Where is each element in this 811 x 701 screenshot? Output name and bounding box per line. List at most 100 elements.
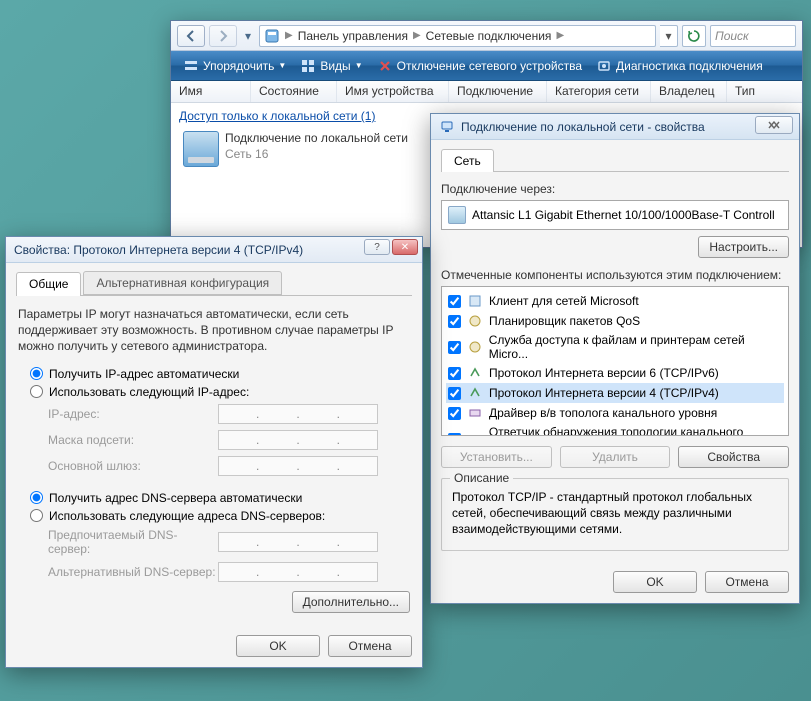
column-name[interactable]: Имя [171, 81, 251, 102]
dns-auto-radio[interactable] [30, 491, 43, 504]
connection-name: Подключение по локальной сети [225, 131, 408, 145]
connect-using-label: Подключение через: [441, 182, 789, 196]
subnet-mask-row: Маска подсети: ... [30, 427, 412, 453]
description-legend: Описание [450, 471, 513, 485]
protocol-icon [467, 385, 483, 401]
organize-icon [183, 58, 199, 74]
component-checkbox[interactable] [448, 407, 461, 420]
ip-manual-radio-row[interactable]: Использовать следующий IP-адрес: [30, 383, 412, 401]
organize-menu[interactable]: Упорядочить ▼ [179, 56, 290, 76]
component-checkbox[interactable] [448, 367, 461, 380]
breadcrumb-seg2[interactable]: Сетевые подключения [426, 29, 552, 43]
description-text: Протокол TCP/IP - стандартный протокол г… [452, 489, 778, 538]
connection-network: Сеть 16 [225, 147, 408, 161]
nav-forward-button[interactable] [209, 25, 237, 47]
search-input[interactable]: Поиск [710, 25, 796, 47]
network-icon [439, 119, 455, 135]
column-type[interactable]: Тип [727, 81, 802, 102]
breadcrumb-seg1[interactable]: Панель управления [298, 29, 408, 43]
dns-alt-input: ... [218, 562, 378, 582]
adapter-field: Attansic L1 Gigabit Ethernet 10/100/1000… [441, 200, 789, 230]
adapter-name: Attansic L1 Gigabit Ethernet 10/100/1000… [472, 208, 775, 222]
ip-address-input: ... [218, 404, 378, 424]
column-owner[interactable]: Владелец [651, 81, 727, 102]
ip-auto-radio-row[interactable]: Получить IP-адрес автоматически [30, 365, 412, 383]
component-item[interactable]: Протокол Интернета версии 6 (TCP/IPv6) [446, 363, 784, 383]
client-icon [467, 293, 483, 309]
ip-auto-radio[interactable] [30, 367, 43, 380]
dns-auto-radio-row[interactable]: Получить адрес DNS-сервера автоматически [30, 489, 412, 507]
component-checkbox[interactable] [448, 295, 461, 308]
disable-icon [377, 58, 393, 74]
ip-address-row: IP-адрес: ... [30, 401, 412, 427]
chevron-right-icon: ▶ [556, 30, 564, 41]
advanced-button[interactable]: Дополнительно... [292, 591, 410, 613]
driver-icon [467, 405, 483, 421]
dns-manual-radio[interactable] [30, 509, 43, 522]
breadcrumb[interactable]: ▶ Панель управления ▶ Сетевые подключени… [259, 25, 656, 47]
ok-button[interactable]: OK [613, 571, 697, 593]
subnet-mask-input: ... [218, 430, 378, 450]
breadcrumb-dropdown[interactable]: ▾ [660, 25, 678, 47]
cancel-button[interactable]: Отмена [328, 635, 412, 657]
refresh-button[interactable] [682, 25, 706, 47]
search-placeholder: Поиск [715, 29, 749, 43]
driver-icon [467, 431, 483, 436]
component-item[interactable]: Клиент для сетей Microsoft [446, 291, 784, 311]
ok-button[interactable]: OK [236, 635, 320, 657]
install-button[interactable]: Установить... [441, 446, 552, 468]
views-menu[interactable]: Виды ▼ [296, 56, 366, 76]
ip-manual-radio[interactable] [30, 385, 43, 398]
diagnose-button[interactable]: Диагностика подключения [592, 56, 767, 76]
dialog-title: Подключение по локальной сети - свойства [461, 120, 705, 134]
close-button[interactable] [755, 116, 793, 134]
nav-history-dropdown-icon[interactable]: ▾ [241, 29, 255, 43]
column-headers: Имя Состояние Имя устройства Подключение… [171, 81, 802, 103]
service-icon [467, 339, 483, 355]
explorer-addressbar: ▾ ▶ Панель управления ▶ Сетевые подключе… [171, 21, 802, 51]
tabstrip: Сеть [441, 148, 789, 172]
component-checkbox[interactable] [448, 315, 461, 328]
uninstall-button[interactable]: Удалить [560, 446, 671, 468]
tabstrip: Общие Альтернативная конфигурация [16, 271, 412, 296]
configure-button[interactable]: Настроить... [698, 236, 789, 258]
dialog-titlebar[interactable]: Свойства: Протокол Интернета версии 4 (T… [6, 237, 422, 263]
properties-button[interactable]: Свойства [678, 446, 789, 468]
close-button[interactable]: ✕ [392, 239, 418, 255]
group-header[interactable]: Доступ только к локальной сети (1) [179, 109, 375, 123]
component-item[interactable]: Служба доступа к файлам и принтерам сете… [446, 331, 784, 363]
help-button[interactable]: ? [364, 239, 390, 255]
column-device[interactable]: Имя устройства [337, 81, 449, 102]
column-category[interactable]: Категория сети [547, 81, 651, 102]
chevron-right-icon: ▶ [285, 30, 293, 41]
components-list[interactable]: Клиент для сетей Microsoft Планировщик п… [441, 286, 789, 436]
dns-manual-radio-row[interactable]: Использовать следующие адреса DNS-сервер… [30, 507, 412, 525]
component-item[interactable]: Планировщик пакетов QoS [446, 311, 784, 331]
service-icon [467, 313, 483, 329]
views-icon [300, 58, 316, 74]
component-checkbox[interactable] [448, 341, 461, 354]
cancel-button[interactable]: Отмена [705, 571, 789, 593]
dialog-titlebar[interactable]: Подключение по локальной сети - свойства [431, 114, 799, 140]
dns-preferred-input: ... [218, 532, 378, 552]
column-state[interactable]: Состояние [251, 81, 337, 102]
dialog-title: Свойства: Протокол Интернета версии 4 (T… [14, 243, 303, 257]
tab-general[interactable]: Общие [16, 272, 81, 296]
component-item-selected[interactable]: Протокол Интернета версии 4 (TCP/IPv4) [446, 383, 784, 403]
chevron-down-icon: ▼ [355, 61, 363, 70]
component-checkbox[interactable] [448, 433, 461, 437]
dns-alt-row: Альтернативный DNS-сервер: ... [30, 559, 412, 585]
tab-alt-config[interactable]: Альтернативная конфигурация [83, 271, 282, 295]
tab-network[interactable]: Сеть [441, 149, 494, 172]
network-adapter-icon [183, 131, 219, 167]
column-connection[interactable]: Подключение [449, 81, 547, 102]
dns-preferred-row: Предпочитаемый DNS-сервер: ... [30, 525, 412, 559]
component-checkbox[interactable] [448, 387, 461, 400]
ipv4-description: Параметры IP могут назначаться автоматич… [18, 306, 410, 355]
disable-device-button[interactable]: Отключение сетевого устройства [373, 56, 586, 76]
component-item[interactable]: Ответчик обнаружения топологии канальног… [446, 423, 784, 436]
component-item[interactable]: Драйвер в/в тополога канального уровня [446, 403, 784, 423]
connection-properties-dialog: Подключение по локальной сети - свойства… [430, 113, 800, 604]
nav-back-button[interactable] [177, 25, 205, 47]
control-panel-icon [264, 28, 280, 44]
